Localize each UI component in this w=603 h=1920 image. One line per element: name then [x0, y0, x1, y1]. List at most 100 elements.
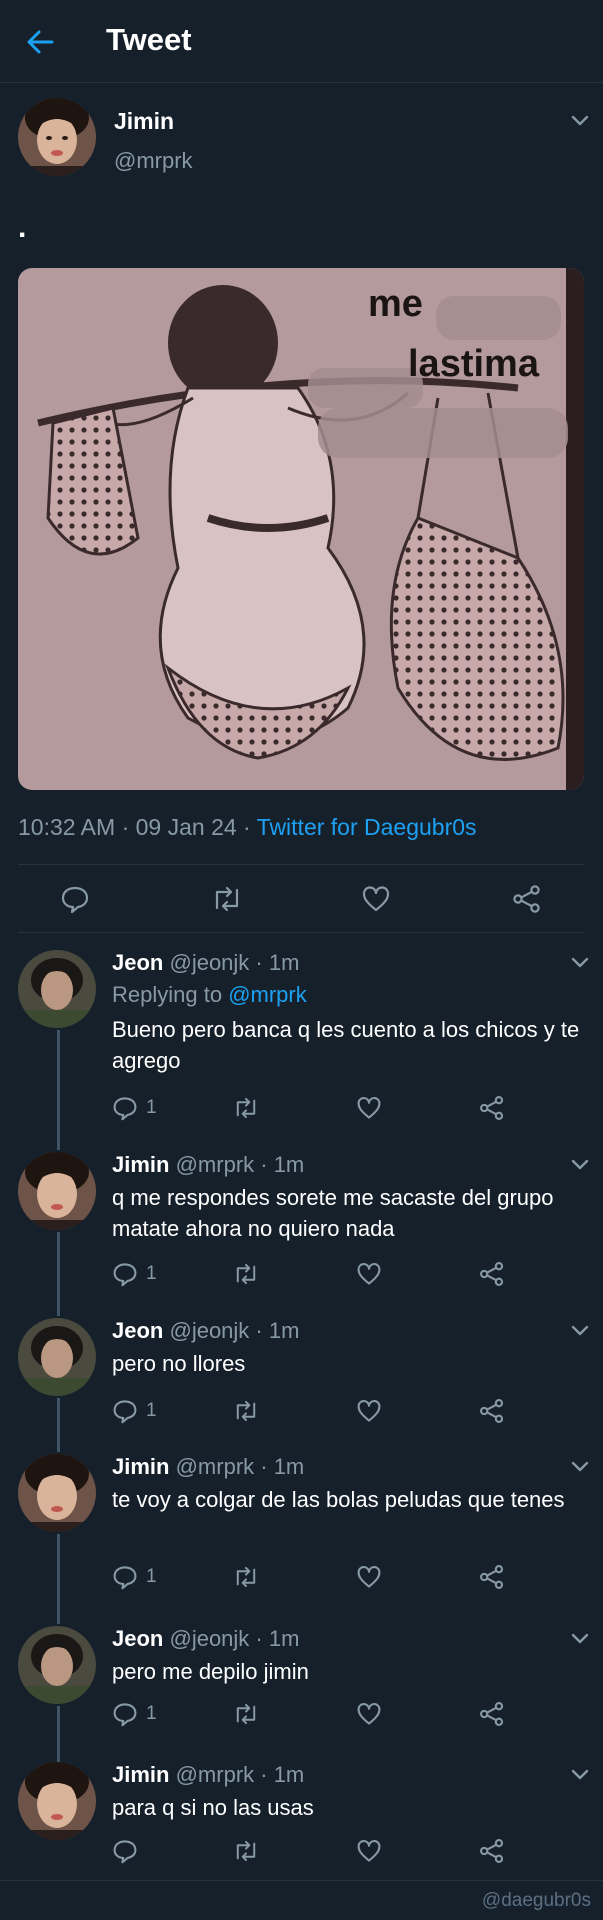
reply-meta: @jeonjk · 1m [169, 1318, 300, 1343]
reply-count: 1 [146, 1097, 157, 1118]
back-arrow-icon[interactable] [22, 24, 58, 60]
reply-icon [113, 1400, 137, 1424]
like-icon[interactable] [356, 1838, 382, 1864]
retweet-icon[interactable] [210, 884, 244, 914]
reply-avatar[interactable] [18, 1762, 96, 1840]
chevron-down-icon[interactable] [570, 1460, 590, 1474]
reply-button[interactable]: 1 [112, 1261, 157, 1287]
share-icon[interactable] [479, 1838, 505, 1864]
reply-button[interactable]: 1 [112, 1398, 157, 1424]
top-bar: Tweet [0, 0, 603, 83]
reply-author[interactable]: Jeon @jeonjk · 1m [112, 1626, 299, 1652]
watermark: @daegubr0s [481, 1890, 591, 1911]
like-icon[interactable] [356, 1701, 382, 1727]
tweet-author-name[interactable]: Jimin [114, 108, 174, 135]
author-avatar[interactable] [18, 98, 96, 176]
share-icon[interactable] [512, 884, 542, 914]
retweet-icon[interactable] [232, 1564, 260, 1590]
retweet-icon[interactable] [232, 1398, 260, 1424]
reply-meta: @mrprk · 1m [175, 1454, 305, 1479]
meme-caption-me: me [368, 283, 423, 325]
divider [0, 1880, 603, 1881]
reply-meta: @jeonjk · 1m [169, 950, 300, 975]
reply-author-name: Jimin [112, 1762, 170, 1787]
thread-line [57, 1030, 60, 1150]
reply-avatar[interactable] [18, 1626, 96, 1704]
tweet-source-link[interactable]: Twitter for Daegubr0s [257, 814, 477, 840]
share-icon[interactable] [479, 1261, 505, 1287]
reply-meta: @jeonjk · 1m [169, 1626, 300, 1651]
tweet-time: 10:32 AM · 09 Jan 24 · [18, 814, 257, 840]
mention-link[interactable]: @mrprk [228, 982, 307, 1007]
reply-icon[interactable] [60, 884, 90, 914]
reply-count: 1 [146, 1703, 157, 1724]
meme-caption-lastima: lastima [408, 343, 540, 385]
reply-button[interactable] [112, 1838, 138, 1864]
reply-count: 1 [146, 1263, 157, 1284]
reply-count: 1 [146, 1566, 157, 1587]
page-title: Tweet [106, 22, 192, 57]
reply-text: q me respondes sorete me sacaste del gru… [112, 1185, 554, 1241]
reply-button[interactable]: 1 [112, 1564, 157, 1590]
reply-author-name: Jimin [112, 1454, 170, 1479]
share-icon[interactable] [479, 1398, 505, 1424]
like-icon[interactable] [356, 1564, 382, 1590]
divider [18, 864, 585, 865]
tweet-text: . [18, 211, 27, 244]
reply-icon [113, 1263, 137, 1287]
reply-author[interactable]: Jimin @mrprk · 1m [112, 1762, 304, 1788]
share-icon[interactable] [479, 1095, 505, 1121]
reply-avatar[interactable] [18, 950, 96, 1028]
like-icon[interactable] [356, 1398, 382, 1424]
reply-icon [113, 1097, 137, 1121]
chevron-down-icon[interactable] [570, 1158, 590, 1172]
reply-meta: @mrprk · 1m [175, 1152, 305, 1177]
retweet-icon[interactable] [232, 1095, 260, 1121]
reply-button[interactable]: 1 [112, 1095, 157, 1121]
reply-author-name: Jeon [112, 1626, 164, 1651]
reply-text: Bueno pero banca q les cuento a los chic… [112, 1017, 580, 1073]
thread-line [57, 1534, 60, 1624]
reply-author-name: Jeon [112, 1318, 164, 1343]
retweet-icon[interactable] [232, 1261, 260, 1287]
share-icon[interactable] [479, 1701, 505, 1727]
thread-line [57, 1398, 60, 1452]
reply-text: te voy a colgar de las bolas peludas que… [112, 1487, 565, 1512]
reply-author-name: Jimin [112, 1152, 170, 1177]
tweet-timestamp: 10:32 AM · 09 Jan 24 · Twitter for Daegu… [18, 814, 477, 841]
reply-text: para q si no las usas [112, 1795, 314, 1820]
tweet-image[interactable]: me lastima [18, 268, 584, 790]
like-icon[interactable] [361, 884, 391, 914]
replying-label: Replying to [112, 982, 229, 1007]
tweet-author-handle[interactable]: @mrprk [114, 148, 193, 174]
reply-count: 1 [146, 1400, 157, 1421]
reply-text: pero me depilo jimin [112, 1659, 309, 1684]
reply-author[interactable]: Jimin @mrprk · 1m [112, 1454, 304, 1480]
share-icon[interactable] [479, 1564, 505, 1590]
reply-author[interactable]: Jeon @jeonjk · 1m [112, 1318, 299, 1344]
reply-author[interactable]: Jimin @mrprk · 1m [112, 1152, 304, 1178]
reply-avatar[interactable] [18, 1454, 96, 1532]
reply-icon [113, 1566, 137, 1590]
reply-icon [113, 1703, 137, 1727]
chevron-down-icon[interactable] [570, 1632, 590, 1646]
like-icon[interactable] [356, 1095, 382, 1121]
like-icon[interactable] [356, 1261, 382, 1287]
chevron-down-icon[interactable] [570, 956, 590, 970]
reply-meta: @mrprk · 1m [175, 1762, 305, 1787]
reply-text: pero no llores [112, 1351, 246, 1376]
chevron-down-icon[interactable] [570, 114, 590, 128]
reply-avatar[interactable] [18, 1152, 96, 1230]
reply-author-name: Jeon [112, 950, 164, 975]
retweet-icon[interactable] [232, 1838, 260, 1864]
reply-avatar[interactable] [18, 1318, 96, 1396]
replying-to: Replying to @mrprk [112, 982, 307, 1008]
reply-author[interactable]: Jeon @jeonjk · 1m [112, 950, 299, 976]
divider [18, 932, 585, 933]
retweet-icon[interactable] [232, 1701, 260, 1727]
chevron-down-icon[interactable] [570, 1768, 590, 1782]
reply-button[interactable]: 1 [112, 1701, 157, 1727]
reply-icon [113, 1840, 137, 1864]
chevron-down-icon[interactable] [570, 1324, 590, 1338]
thread-line [57, 1706, 60, 1762]
